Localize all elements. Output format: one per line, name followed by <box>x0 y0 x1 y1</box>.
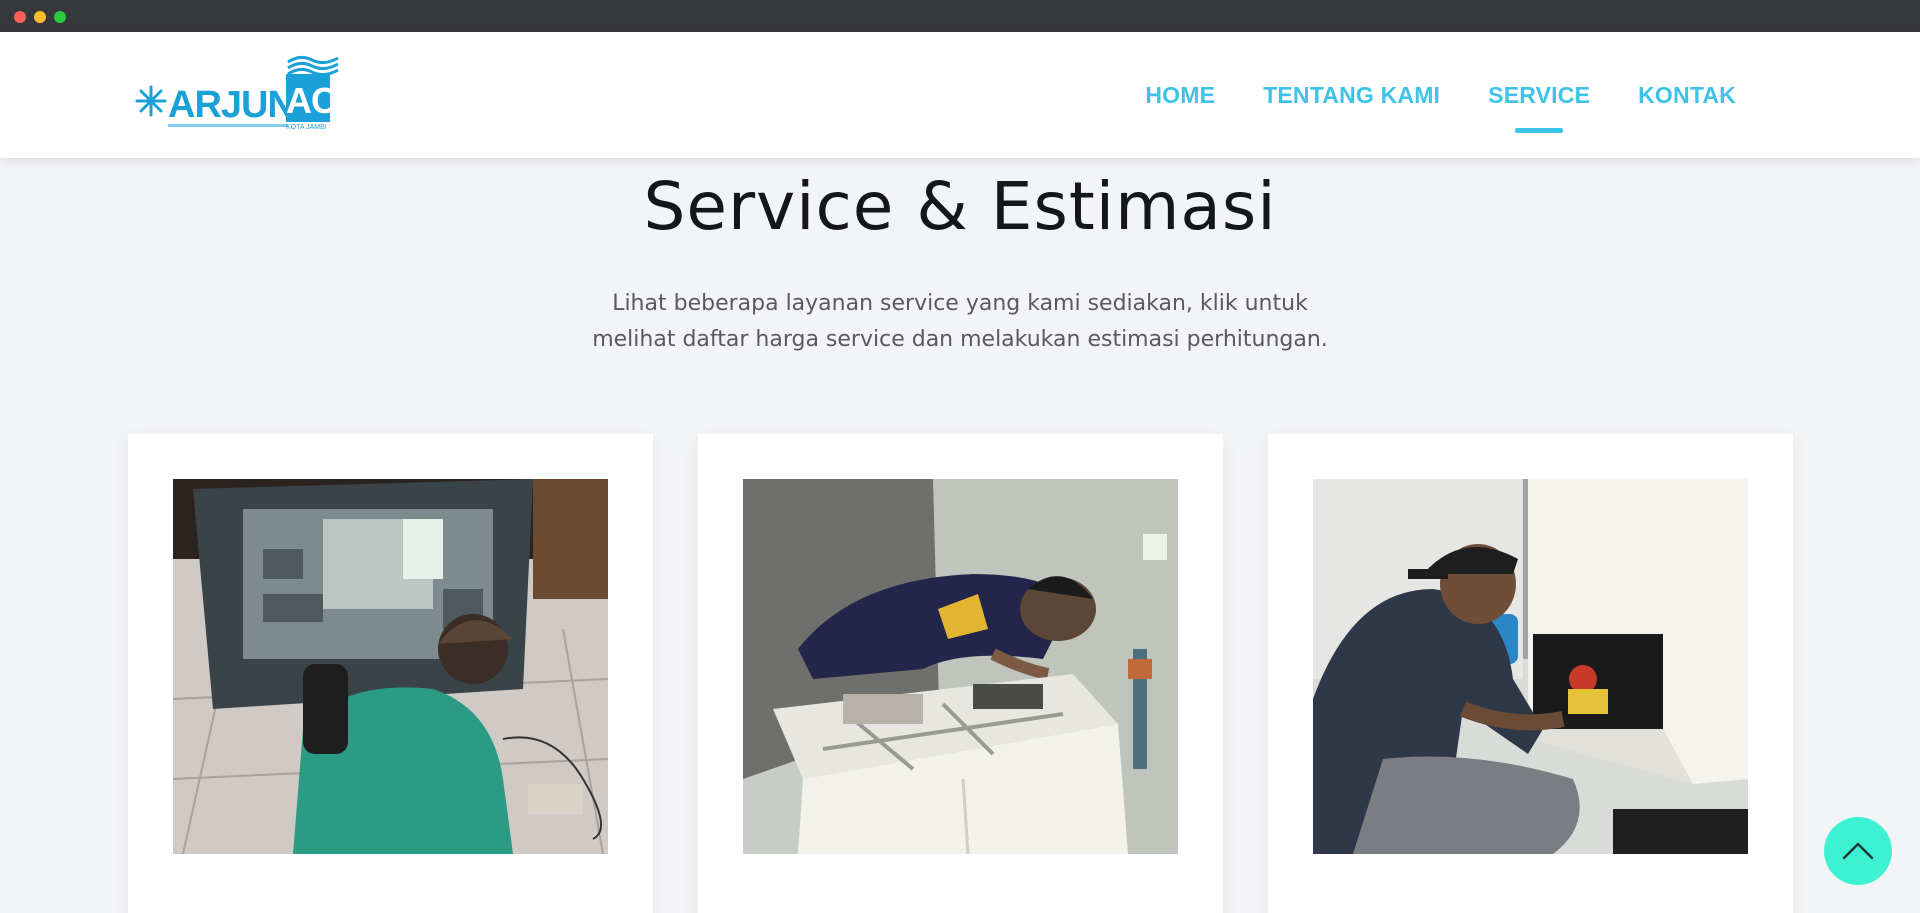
snowflake-icon <box>135 85 167 117</box>
brand-suffix: AC <box>286 74 337 122</box>
site-header: ARJUNA AC KOTA JAMBI HOME TENTANG KAMI S… <box>0 32 1920 158</box>
refrigerator-repair-photo[interactable] <box>1313 479 1748 854</box>
brand-logo[interactable]: ARJUNA AC KOTA JAMBI <box>134 54 340 134</box>
service-card-refrigerator[interactable] <box>1268 434 1793 913</box>
waves-icon <box>287 55 339 76</box>
browser-titlebar <box>0 0 1920 32</box>
nav-service[interactable]: SERVICE <box>1488 82 1590 109</box>
section-subtitle: Lihat beberapa layanan service yang kami… <box>510 286 1410 358</box>
subtitle-line-2: melihat daftar harga service dan melakuk… <box>592 327 1328 352</box>
section-title: Service & Estimasi <box>643 168 1277 245</box>
brand-tagline-bar <box>168 124 288 127</box>
subtitle-line-1: Lihat beberapa layanan service yang kami… <box>612 291 1308 316</box>
nav-kontak[interactable]: KONTAK <box>1638 82 1736 109</box>
nav-tentang-kami[interactable]: TENTANG KAMI <box>1263 82 1440 109</box>
tv-repair-photo[interactable] <box>173 479 608 854</box>
service-cards <box>128 434 1793 913</box>
main-nav: HOME TENTANG KAMI SERVICE KONTAK <box>1145 32 1736 158</box>
window-close-button[interactable] <box>14 11 26 23</box>
service-card-washing-machine[interactable] <box>698 434 1223 913</box>
washing-machine-repair-photo[interactable] <box>743 479 1178 854</box>
window-minimize-button[interactable] <box>34 11 46 23</box>
nav-home[interactable]: HOME <box>1145 82 1215 109</box>
scroll-top-button[interactable] <box>1824 817 1892 885</box>
window-maximize-button[interactable] <box>54 11 66 23</box>
service-card-tv[interactable] <box>128 434 653 913</box>
chevron-up-icon <box>1842 842 1874 860</box>
brand-sub: KOTA JAMBI <box>286 124 327 131</box>
